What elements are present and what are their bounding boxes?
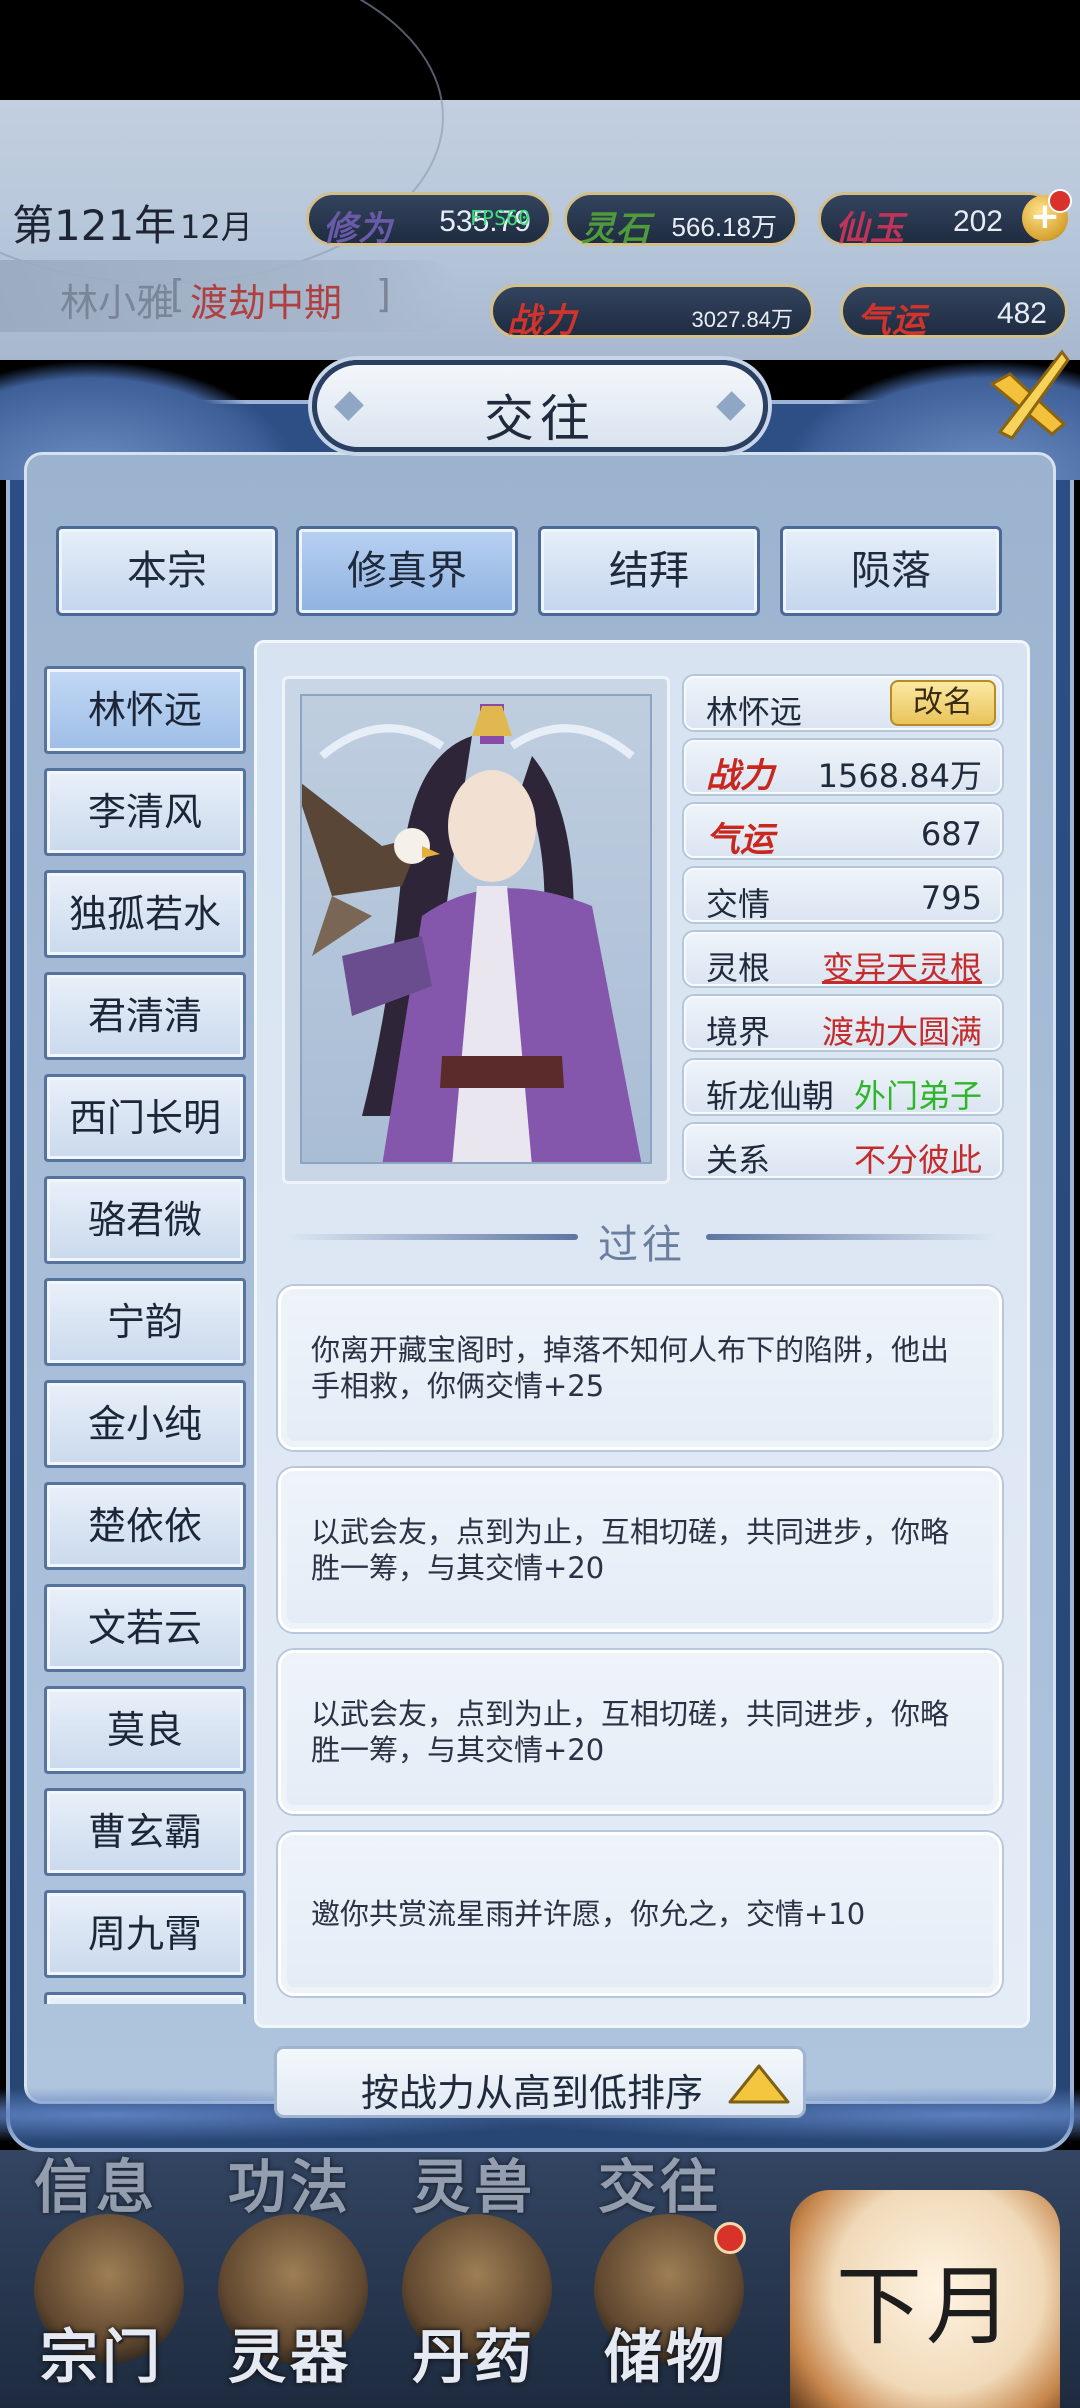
spirit-root-value[interactable]: 变异天灵根	[822, 943, 982, 989]
event-text: 邀你共赏流星雨并许愿，你允之，交情+10	[311, 1897, 866, 1931]
nav-artifact-button[interactable]: 灵器	[228, 2310, 352, 2394]
luck-label: 气运	[857, 301, 927, 341]
event-entry: 以武会友，点到为止，互相切磋，共同进步，你略胜一筹，与其交情+20	[278, 1650, 1002, 1814]
list-item[interactable]: 莫良	[44, 1686, 246, 1774]
luck-row: 气运 687	[684, 804, 1002, 860]
relation-row: 关系 不分彼此	[684, 1124, 1002, 1179]
sect-row: 斩龙仙朝 外门弟子	[684, 1060, 1002, 1115]
contact-list[interactable]: 林怀远 李清风 独孤若水 君清清 西门长明 骆君微 宁韵 金小纯 楚依依 文若云…	[44, 666, 246, 2004]
realm-bracket-close: ]	[376, 272, 391, 316]
list-item[interactable]: 西门长明	[44, 1074, 246, 1162]
list-item[interactable]: 周九霄	[44, 1890, 246, 1978]
next-month-label: 下月	[836, 2257, 1016, 2357]
list-item[interactable]: 楚依依	[44, 1482, 246, 1570]
jade-label: 仙玉	[835, 209, 905, 249]
spirit-root-label: 灵根	[706, 949, 771, 987]
fps-indicator: FPS60	[470, 206, 531, 230]
realm-row: 境界 渡劫大圆满	[684, 996, 1002, 1051]
event-entry: 邀你共赏流星雨并许愿，你允之，交情+10	[278, 1832, 1002, 1996]
friendship-label: 交情	[706, 885, 771, 923]
past-divider: 过往	[268, 1212, 1016, 1268]
past-title: 过往	[598, 1222, 686, 1268]
spirit-stone-value: 566.18万	[671, 212, 777, 242]
sort-by-power-button[interactable]: 按战力从高到低排序	[274, 2046, 806, 2118]
tab-cultivation-world-label: 修真界	[347, 548, 467, 594]
list-item-partial[interactable]	[44, 1992, 246, 2004]
jade-counter[interactable]: 仙玉 202	[818, 192, 1056, 249]
add-jade-button[interactable]: +	[1022, 189, 1072, 241]
nav-storage-button[interactable]: 储物	[604, 2310, 728, 2394]
storage-notification-dot	[714, 2222, 746, 2254]
player-realm: 渡劫中期	[190, 281, 343, 325]
event-text: 你离开藏宝阁时，掉落不知何人布下的陷阱，他出手相救，你俩交情+25	[311, 1333, 950, 1403]
month-label: 12月	[180, 208, 253, 246]
jade-value: 202	[952, 205, 1003, 238]
event-text: 以武会友，点到为止，互相切磋，共同进步，你略胜一筹，与其交情+20	[311, 1697, 950, 1767]
spirit-root-row: 灵根 变异天灵根	[684, 932, 1002, 989]
friendship-value: 795	[920, 879, 982, 917]
character-name: 林怀远	[706, 693, 803, 731]
power-value: 1568.84万	[817, 757, 982, 795]
tab-own-sect[interactable]: 本宗	[56, 526, 278, 616]
luck-value: 687	[920, 815, 982, 853]
realm-label: 境界	[706, 1013, 771, 1051]
list-item[interactable]: 宁韵	[44, 1278, 246, 1366]
year-label: 第121年	[12, 201, 177, 250]
luck-counter[interactable]: 气运 482	[840, 284, 1068, 341]
list-item[interactable]: 君清清	[44, 972, 246, 1060]
tab-sworn[interactable]: 结拜	[538, 526, 760, 616]
character-name-row: 林怀远 改名	[684, 676, 1002, 731]
notification-dot	[1048, 189, 1072, 213]
sect-name: 斩龙仙朝	[706, 1077, 835, 1115]
panel-title-plaque: 交往	[312, 360, 768, 452]
list-item[interactable]: 林怀远	[44, 666, 246, 754]
list-item[interactable]: 独孤若水	[44, 870, 246, 958]
sort-label: 按战力从高到低排序	[361, 2071, 704, 2115]
panel-title: 交往	[484, 390, 596, 448]
list-item[interactable]: 文若云	[44, 1584, 246, 1672]
luck-value: 482	[996, 297, 1047, 330]
tab-sworn-label: 结拜	[609, 548, 689, 594]
cultivator-portrait-image	[302, 704, 642, 1162]
power-counter[interactable]: 战力 3027.84万	[490, 284, 814, 341]
relation-value: 不分彼此	[853, 1141, 982, 1179]
tab-fallen-label: 陨落	[851, 548, 931, 594]
spirit-stone-counter[interactable]: 灵石 566.18万	[564, 192, 798, 249]
list-item[interactable]: 曹玄霸	[44, 1788, 246, 1876]
spirit-stone-label: 灵石	[581, 209, 651, 249]
power-row: 战力 1568.84万	[684, 740, 1002, 796]
sort-triangle-icon	[728, 2064, 790, 2104]
power-value: 3027.84万	[691, 307, 793, 332]
character-portrait	[300, 694, 652, 1164]
realm-bracket-open: [	[170, 272, 185, 316]
luck-label: 气运	[706, 820, 774, 860]
sect-rank: 外门弟子	[853, 1077, 982, 1115]
power-label: 战力	[507, 301, 577, 341]
close-icon	[989, 349, 1070, 440]
close-button[interactable]	[982, 344, 1074, 454]
list-item[interactable]: 骆君微	[44, 1176, 246, 1264]
realm-value: 渡劫大圆满	[821, 1013, 982, 1051]
event-text: 以武会友，点到为止，互相切磋，共同进步，你略胜一筹，与其交情+20	[311, 1515, 950, 1585]
player-name: 林小雅	[60, 281, 175, 325]
tab-own-sect-label: 本宗	[127, 548, 207, 594]
cultivation-label: 修为	[323, 209, 393, 249]
tab-fallen[interactable]: 陨落	[780, 526, 1002, 616]
list-item[interactable]: 李清风	[44, 768, 246, 856]
nav-sect-button[interactable]: 宗门	[40, 2310, 164, 2394]
rename-button[interactable]: 改名	[890, 680, 996, 726]
event-entry: 你离开藏宝阁时，掉落不知何人布下的陷阱，他出手相救，你俩交情+25	[278, 1286, 1002, 1450]
relation-label: 关系	[706, 1141, 771, 1179]
event-entry: 以武会友，点到为止，互相切磋，共同进步，你略胜一筹，与其交情+20	[278, 1468, 1002, 1632]
nav-pill-button[interactable]: 丹药	[412, 2310, 536, 2394]
power-label: 战力	[706, 756, 774, 796]
tab-cultivation-world[interactable]: 修真界	[296, 526, 518, 616]
friendship-row: 交情 795	[684, 868, 1002, 923]
list-item[interactable]: 金小纯	[44, 1380, 246, 1468]
